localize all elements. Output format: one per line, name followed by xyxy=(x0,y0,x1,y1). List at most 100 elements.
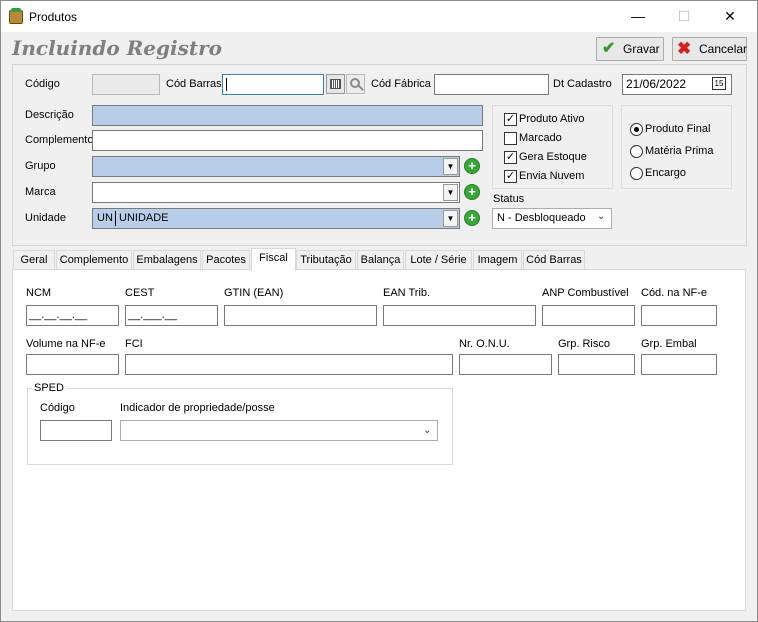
codigo-label: Código xyxy=(25,78,60,90)
cod-nfe-label: Cód. na NF-e xyxy=(641,287,708,299)
unidade-combo[interactable]: UN UNIDADE ▼ xyxy=(92,208,460,229)
sped-codigo-label: Código xyxy=(40,402,75,414)
tab-lote-serie[interactable]: Lote / Série xyxy=(405,250,472,270)
codfabrica-field[interactable] xyxy=(434,74,549,95)
minimize-button[interactable]: — xyxy=(615,1,661,32)
status-value: N - Desbloqueado xyxy=(497,212,586,224)
cancel-button-label: Cancelar xyxy=(699,42,748,56)
encargo-radio[interactable] xyxy=(630,167,643,180)
x-icon: ✖ xyxy=(677,39,692,58)
check-icon: ✔ xyxy=(602,40,616,57)
codfabrica-label: Cód Fábrica xyxy=(371,78,431,90)
tab-balanca[interactable]: Balança xyxy=(357,250,404,270)
tab-cod-barras[interactable]: Cód Barras xyxy=(523,250,585,270)
add-unidade-button[interactable]: + xyxy=(464,210,480,226)
marca-label: Marca xyxy=(25,186,56,198)
chevron-down-icon[interactable]: ▼ xyxy=(443,184,458,201)
cest-label: CEST xyxy=(125,287,155,299)
materia-prima-label: Matéria Prima xyxy=(645,145,714,157)
fci-label: FCI xyxy=(125,338,143,350)
dtcadastro-label: Dt Cadastro xyxy=(553,78,612,90)
title-bar: Produtos — ☐ ✕ xyxy=(1,1,757,32)
maximize-button[interactable]: ☐ xyxy=(661,1,707,32)
search-button[interactable] xyxy=(346,74,365,94)
volume-field[interactable] xyxy=(26,354,119,375)
gera-estoque-checkbox[interactable]: ✓ xyxy=(504,151,517,164)
grupo-label: Grupo xyxy=(25,160,56,172)
encargo-label: Encargo xyxy=(645,167,686,179)
marca-combo[interactable]: ▼ xyxy=(92,182,460,203)
add-marca-button[interactable]: + xyxy=(464,184,480,200)
cancel-button[interactable]: ✖ Cancelar xyxy=(672,37,747,61)
grupo-combo[interactable]: ▼ xyxy=(92,156,460,177)
tab-geral[interactable]: Geral xyxy=(13,250,55,270)
gtin-field[interactable] xyxy=(224,305,377,326)
window: Produtos — ☐ ✕ Incluindo Registro ✔ Grav… xyxy=(0,0,758,622)
ncm-field[interactable]: __.__.__.__ xyxy=(26,305,119,326)
volume-label: Volume na NF-e xyxy=(26,338,106,350)
calendar-icon[interactable]: 15 xyxy=(712,77,726,90)
complemento-field[interactable] xyxy=(92,130,483,151)
descricao-field[interactable] xyxy=(92,105,483,126)
close-button[interactable]: ✕ xyxy=(707,1,753,32)
descricao-label: Descrição xyxy=(25,109,74,121)
dtcadastro-value: 21/06/2022 xyxy=(626,77,687,91)
codbarras-label: Cód Barras xyxy=(166,78,222,90)
materia-prima-radio[interactable] xyxy=(630,145,643,158)
grp-risco-label: Grp. Risco xyxy=(558,338,610,350)
sped-indicador-select[interactable]: ⌄ xyxy=(120,420,438,441)
sped-legend: SPED xyxy=(32,382,66,394)
marcado-checkbox[interactable] xyxy=(504,132,517,145)
tab-embalagens[interactable]: Embalagens xyxy=(133,250,201,270)
save-button[interactable]: ✔ Gravar xyxy=(596,37,664,61)
chevron-down-icon: ⌄ xyxy=(597,211,606,222)
status-label: Status xyxy=(493,193,525,205)
anp-field[interactable] xyxy=(542,305,635,326)
status-select[interactable]: N - Desbloqueado ⌄ xyxy=(492,208,612,229)
chevron-down-icon: ⌄ xyxy=(423,425,432,436)
gtin-label: GTIN (EAN) xyxy=(224,287,284,299)
barcode-icon xyxy=(330,79,341,89)
produto-ativo-checkbox[interactable]: ✓ xyxy=(504,113,517,126)
envia-nuvem-checkbox[interactable]: ✓ xyxy=(504,170,517,183)
barcode-button[interactable] xyxy=(326,74,345,94)
window-title: Produtos xyxy=(29,10,78,24)
ean-trib-field[interactable] xyxy=(383,305,536,326)
ncm-label: NCM xyxy=(26,287,52,299)
text-cursor xyxy=(226,78,227,91)
fci-field[interactable] xyxy=(125,354,453,375)
tab-complemento[interactable]: Complemento xyxy=(56,250,132,270)
sped-indicador-label: Indicador de propriedade/posse xyxy=(120,402,275,414)
app-icon xyxy=(9,8,23,24)
chevron-down-icon[interactable]: ▼ xyxy=(443,158,458,175)
complemento-label: Complemento xyxy=(25,134,94,146)
grp-risco-field[interactable] xyxy=(558,354,635,375)
add-grupo-button[interactable]: + xyxy=(464,158,480,174)
tab-fiscal[interactable]: Fiscal xyxy=(251,248,296,271)
tab-imagem[interactable]: Imagem xyxy=(473,250,522,270)
unidade-code: UN xyxy=(97,212,113,224)
tab-tributacao[interactable]: Tributação xyxy=(296,250,356,270)
onu-label: Nr. O.N.U. xyxy=(459,338,510,350)
sped-codigo-field[interactable] xyxy=(40,420,112,441)
save-button-label: Gravar xyxy=(623,42,660,56)
codigo-field[interactable] xyxy=(92,74,160,95)
ean-trib-label: EAN Trib. xyxy=(383,287,431,299)
onu-field[interactable] xyxy=(459,354,552,375)
grp-embal-field[interactable] xyxy=(641,354,717,375)
produto-final-label: Produto Final xyxy=(645,123,711,135)
chevron-down-icon[interactable]: ▼ xyxy=(443,210,458,227)
dtcadastro-field[interactable]: 21/06/2022 15 xyxy=(622,74,732,95)
cod-nfe-field[interactable] xyxy=(641,305,717,326)
tab-pacotes[interactable]: Pacotes xyxy=(202,250,250,270)
envia-nuvem-label: Envia Nuvem xyxy=(519,170,585,182)
cest-field[interactable]: __.___.__ xyxy=(125,305,218,326)
unidade-label: Unidade xyxy=(25,212,66,224)
anp-label: ANP Combustível xyxy=(542,287,629,299)
produto-final-radio[interactable] xyxy=(630,123,643,136)
produto-ativo-label: Produto Ativo xyxy=(519,113,585,125)
grp-embal-label: Grp. Embal xyxy=(641,338,697,350)
marcado-label: Marcado xyxy=(519,132,562,144)
page-title: Incluindo Registro xyxy=(12,36,222,60)
codbarras-field[interactable] xyxy=(222,74,324,95)
